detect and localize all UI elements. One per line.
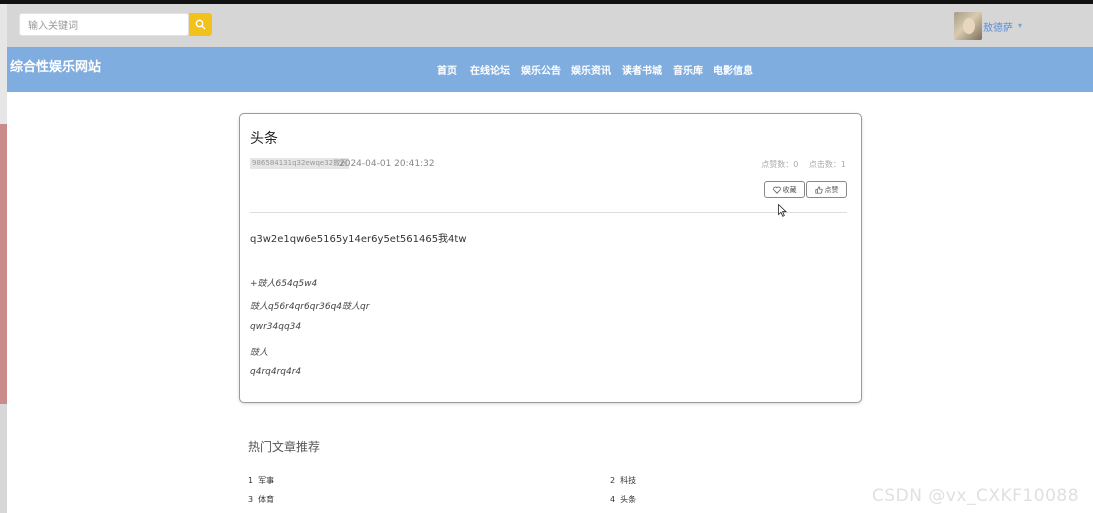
chevron-down-icon[interactable]: ▾ — [1018, 21, 1022, 30]
like-count: 点赞数：0 — [761, 160, 799, 169]
nav-item-forum[interactable]: 在线论坛 — [470, 62, 510, 77]
main-nav: 综合性娱乐网站 首页 在线论坛 娱乐公告 娱乐资讯 读者书城 音乐库 电影信息 — [7, 47, 1093, 92]
watermark: CSDN @vx_CXKF10088 — [872, 486, 1080, 506]
nav-item-announcements[interactable]: 娱乐公告 — [521, 62, 561, 77]
recommend-item[interactable]: 2 科技 — [610, 475, 636, 486]
article-card: 头条 986584131q32ewqe32撒司 2024-04-01 20:41… — [239, 113, 862, 403]
nav-item-movies[interactable]: 电影信息 — [713, 62, 753, 77]
recommend-item[interactable]: 4 头条 — [610, 494, 636, 505]
nav-item-home[interactable]: 首页 — [437, 62, 457, 77]
background-window-edge — [0, 4, 7, 513]
favorite-button[interactable]: 收藏 — [764, 181, 805, 198]
recommend-title: 热门文章推荐 — [248, 440, 321, 454]
click-count: 点击数：1 — [808, 160, 846, 169]
search-input[interactable] — [20, 16, 188, 37]
article-line: q4rq4rq4r4 — [250, 367, 302, 377]
search-icon — [195, 19, 206, 30]
recommend-item[interactable]: 3 体育 — [248, 494, 274, 505]
site-title[interactable]: 综合性娱乐网站 — [10, 56, 101, 75]
article-tag: 986584131q32ewqe32撒司 — [250, 158, 350, 169]
nav-item-bookstore[interactable]: 读者书城 — [622, 62, 662, 77]
mouse-cursor-icon — [778, 204, 787, 217]
heart-icon — [772, 186, 781, 194]
article-title: 头条 — [250, 131, 278, 147]
thumbs-up-icon — [814, 185, 823, 194]
divider — [250, 212, 847, 213]
nav-item-news[interactable]: 娱乐资讯 — [571, 62, 611, 77]
top-bar: 敖德萨 ▾ — [7, 4, 1093, 47]
like-label: 点赞 — [824, 185, 839, 194]
search-button[interactable] — [189, 13, 212, 36]
favorite-label: 收藏 — [782, 185, 797, 194]
user-name[interactable]: 敖德萨 — [983, 19, 1013, 34]
article-line: +豉人654q5w4 — [250, 279, 318, 289]
article-stats: 点赞数：0 点击数：1 — [753, 159, 846, 170]
avatar[interactable] — [954, 12, 982, 40]
article-lead: q3w2e1qw6e5165y14er6y5et561465我4tw — [250, 234, 467, 245]
article-line: 豉人q56r4qr6qr36q4豉人qr — [250, 302, 370, 312]
article-time: 2024-04-01 20:41:32 — [339, 159, 435, 169]
recommend-item[interactable]: 1 军事 — [248, 475, 274, 486]
article-line: 豉人 — [250, 348, 269, 358]
article-line: qwr34qq34 — [250, 322, 302, 332]
nav-item-music[interactable]: 音乐库 — [673, 62, 703, 77]
like-button[interactable]: 点赞 — [806, 181, 847, 198]
search-box — [19, 13, 189, 37]
